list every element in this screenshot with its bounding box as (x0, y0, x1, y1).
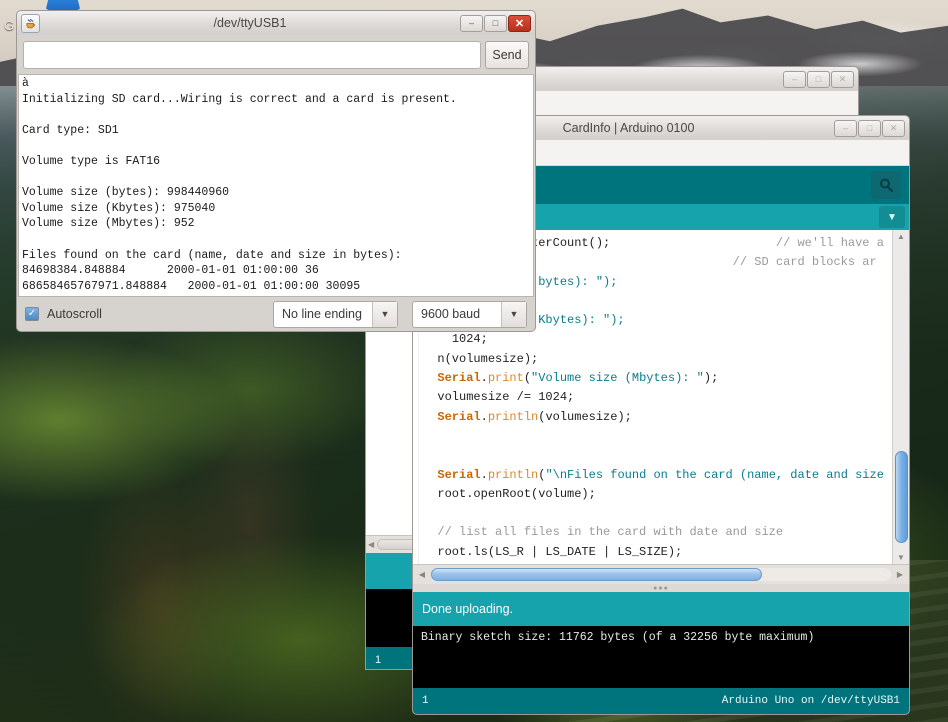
code-line: // list all files in the card with date … (437, 525, 784, 540)
vscroll-up-arrow[interactable]: ▲ (897, 230, 905, 243)
code-line: Serial.println("\nFiles found on the car… (437, 467, 892, 482)
footer-board-info: Arduino Uno on /dev/ttyUSB1 (721, 695, 900, 707)
hscroll-right-arrow[interactable]: ▶ (894, 570, 906, 579)
java-coffee-icon (21, 13, 40, 33)
hscroll-left-arrow[interactable]: ◀ (416, 570, 428, 579)
vscroll-track[interactable] (894, 243, 908, 551)
status-message: Done uploading. (413, 592, 909, 626)
footer-line-background: 1 (375, 654, 382, 666)
titlebar-serial-monitor[interactable]: /dev/ttyUSB1 – □ ✕ (16, 10, 536, 35)
minimize-button-background-ide[interactable]: – (783, 70, 806, 88)
code-line: Serial.println(volumesize); (437, 409, 632, 424)
editor-hscrollbar[interactable]: ◀ ▶ (413, 564, 909, 584)
hscroll-thumb[interactable] (431, 568, 763, 581)
code-line: root.openRoot(volume); (437, 486, 596, 501)
hscroll-left-arrow-background[interactable]: ◀ (368, 540, 374, 549)
minimize-button-cardinfo[interactable]: – (834, 119, 857, 137)
editor-vscrollbar[interactable]: ▲ ▼ (892, 230, 909, 564)
line-ending-select[interactable]: No line ending ▼ (273, 300, 398, 328)
serial-monitor-body: Send à Initializing SD card...Wiring is … (16, 35, 536, 332)
serial-output-text[interactable]: à Initializing SD card...Wiring is corre… (18, 74, 534, 297)
autoscroll-label: Autoscroll (47, 307, 102, 321)
line-ending-chevron-down-icon[interactable]: ▼ (372, 301, 397, 327)
vscroll-down-arrow[interactable]: ▼ (897, 551, 905, 564)
code-line: n(volumesize); (437, 351, 539, 366)
code-line: 1024; (451, 332, 488, 347)
send-row: Send (17, 35, 535, 74)
autoscroll-checkbox[interactable]: ✓ (25, 307, 39, 321)
maximize-button-serial-monitor[interactable]: □ (484, 14, 507, 32)
window-title-serial-monitor: /dev/ttyUSB1 (213, 16, 287, 30)
code-line: Serial.print("Volume size (Mbytes): "); (437, 371, 719, 386)
desktop-icon-label: G (4, 18, 15, 33)
code-line: root.ls(LS_R | LS_DATE | LS_SIZE); (437, 544, 683, 559)
serial-monitor-window[interactable]: /dev/ttyUSB1 – □ ✕ Send à Initializing S… (16, 10, 536, 332)
maximize-button-background-ide[interactable]: □ (807, 70, 830, 88)
baud-rate-value: 9600 baud (421, 307, 481, 321)
chevron-down-icon[interactable]: ▼ (879, 206, 905, 228)
split-pane-grip[interactable]: ●●● (413, 584, 909, 592)
close-button-background-ide[interactable]: ✕ (831, 70, 854, 88)
code-line: volumesize /= 1024; (437, 390, 575, 405)
window-buttons-serial-monitor[interactable]: – □ ✕ (460, 14, 531, 32)
console-output: Binary sketch size: 11762 bytes (of a 32… (413, 626, 909, 688)
close-button-cardinfo[interactable]: ✕ (882, 119, 905, 137)
vscroll-thumb[interactable] (894, 451, 908, 543)
window-buttons-background-ide[interactable]: – □ ✕ (783, 70, 854, 88)
baud-rate-chevron-down-icon[interactable]: ▼ (501, 301, 526, 327)
footer-line-number: 1 (422, 695, 429, 707)
maximize-button-cardinfo[interactable]: □ (858, 119, 881, 137)
serial-monitor-footer: ✓ Autoscroll No line ending ▼ 9600 baud … (17, 297, 535, 331)
window-buttons-cardinfo[interactable]: – □ ✕ (834, 119, 905, 137)
baud-rate-select[interactable]: 9600 baud ▼ (412, 300, 527, 328)
magnifier-icon[interactable] (871, 171, 901, 199)
hscroll-track[interactable] (431, 568, 891, 581)
footer-bar: 1 Arduino Uno on /dev/ttyUSB1 (413, 688, 909, 714)
send-button[interactable]: Send (485, 41, 529, 69)
minimize-button-serial-monitor[interactable]: – (460, 14, 483, 32)
line-ending-value: No line ending (282, 307, 362, 321)
serial-send-input[interactable] (23, 41, 481, 69)
close-button-serial-monitor[interactable]: ✕ (508, 14, 531, 32)
